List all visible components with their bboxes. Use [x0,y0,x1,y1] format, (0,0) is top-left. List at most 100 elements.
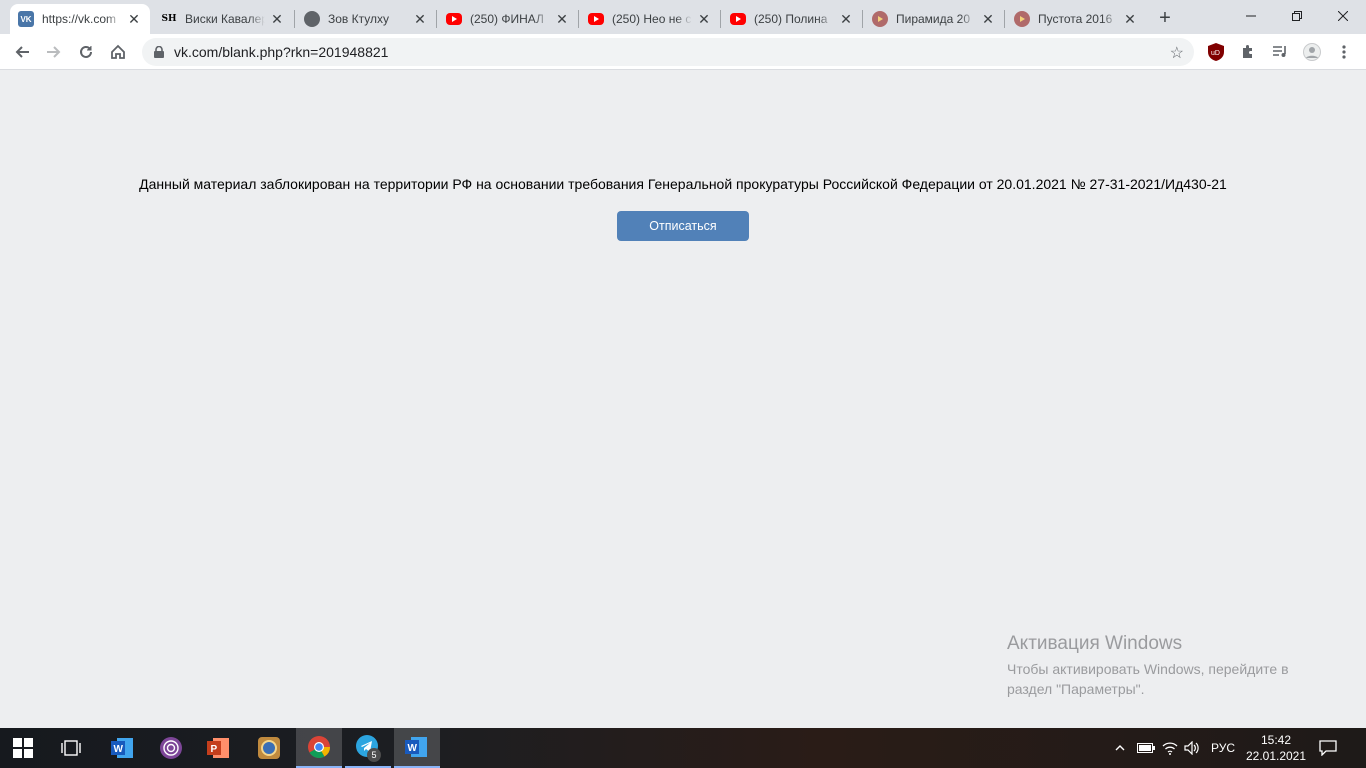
windows-logo-icon [13,738,33,758]
start-button[interactable] [0,728,46,768]
plus-icon: + [1159,6,1171,29]
activation-watermark: Активация Windows Чтобы активировать Win… [1007,633,1289,699]
reload-button[interactable] [72,38,100,66]
tab-strip: VK https://vk.com ✕ SH Виски Кавалер ✕ З… [0,0,1366,34]
svg-text:W: W [114,744,124,755]
extensions-puzzle-icon[interactable] [1238,42,1258,62]
blocked-message: Данный материал заблокирован на территор… [139,176,1227,192]
youtube-icon [446,13,462,25]
close-icon[interactable]: ✕ [838,11,854,27]
minimize-icon [1246,15,1256,17]
chevron-up-icon [1115,745,1125,751]
globe-icon [304,11,320,27]
tab-pyramid[interactable]: Пирамида 20 ✕ [864,4,1004,34]
restore-button[interactable] [1274,0,1320,32]
arrow-left-icon [15,46,29,58]
close-icon [1338,11,1348,21]
taskbar-tor[interactable] [148,728,194,768]
taskbar-powerpoint[interactable]: P [196,728,242,768]
taskbar-telegram[interactable]: 5 [345,728,391,768]
tab-title: https://vk.com [42,12,117,26]
tab-youtube-final[interactable]: (250) ФИНАЛ ✕ [438,4,578,34]
language-indicator[interactable]: РУС [1206,728,1240,768]
action-center-button[interactable] [1316,728,1340,768]
close-icon[interactable]: ✕ [696,11,712,27]
svg-text:uD: uD [1211,50,1220,57]
watermark-line: раздел "Параметры". [1007,681,1145,697]
tab-youtube-neo[interactable]: (250) Нео не с ✕ [580,4,720,34]
taskbar-word[interactable]: W [100,728,146,768]
svg-text:P: P [211,744,218,755]
forward-button[interactable] [40,38,68,66]
tab-vk[interactable]: VK https://vk.com ✕ [10,4,150,34]
notification-icon [1319,740,1337,756]
arrow-right-icon [47,46,61,58]
hearthstone-icon [258,737,280,759]
tab-separator [578,10,579,28]
clock[interactable]: 15:42 22.01.2021 [1244,732,1308,764]
wifi-icon [1162,742,1178,755]
tor-browser-icon [160,737,182,759]
lock-icon [154,46,164,58]
profile-avatar-icon[interactable] [1302,42,1322,62]
speaker-icon [1184,741,1199,755]
chrome-icon [308,736,330,758]
sh-icon: SH [161,14,177,24]
close-icon[interactable]: ✕ [980,11,996,27]
clock-date: 22.01.2021 [1245,749,1307,763]
close-icon[interactable]: ✕ [269,11,285,27]
word-icon: W [111,738,133,758]
home-icon [111,44,125,59]
task-view-button[interactable] [48,728,94,768]
close-icon[interactable]: ✕ [1122,11,1138,27]
close-icon[interactable]: ✕ [554,11,570,27]
svg-text:W: W [408,743,418,754]
youtube-icon [730,13,746,25]
close-window-button[interactable] [1320,0,1366,32]
task-view-icon [61,740,81,756]
home-button[interactable] [104,38,132,66]
tab-title: Виски Кавалер [185,12,265,26]
volume-button[interactable] [1182,728,1202,768]
notification-badge: 5 [367,748,381,762]
tab-title: Зов Ктулху [328,12,389,26]
tab-void[interactable]: Пустота 2016 ✕ [1006,4,1146,34]
watermark-title: Активация Windows [1007,633,1183,654]
battery-icon [1137,743,1155,753]
ublock-icon[interactable]: uD [1206,42,1226,62]
tab-title: (250) Нео не с [612,12,692,26]
tab-separator [720,10,721,28]
word-icon: W [405,737,427,757]
minimize-button[interactable] [1228,0,1274,32]
taskbar-word-open[interactable]: W [394,728,440,768]
tab-cthulhu[interactable]: Зов Ктулху ✕ [296,4,436,34]
back-button[interactable] [8,38,36,66]
tab-title: (250) Полина [754,12,828,26]
star-icon[interactable]: ☆ [1170,43,1184,63]
tab-whisky[interactable]: SH Виски Кавалер ✕ [153,4,293,34]
tray-overflow-button[interactable] [1112,728,1128,768]
tab-separator [862,10,863,28]
taskbar-hearthstone[interactable] [246,728,292,768]
watermark-line: Чтобы активировать Windows, перейдите в [1007,661,1289,677]
clock-time: 15:42 [1260,733,1292,747]
film-icon [1014,11,1030,27]
taskbar-chrome[interactable] [296,728,342,768]
windows-taskbar: W P 5 W РУС 15:42 22.01.2021 [0,728,1366,768]
menu-kebab-icon[interactable] [1334,42,1354,62]
media-queue-icon[interactable] [1270,42,1290,62]
address-bar[interactable]: vk.com/blank.php?rkn=201948821 ☆ [142,38,1194,66]
powerpoint-icon: P [207,738,229,758]
wifi-button[interactable] [1160,728,1180,768]
close-icon[interactable]: ✕ [412,11,428,27]
tab-separator [294,10,295,28]
reload-icon [80,45,92,58]
battery-button[interactable] [1136,728,1156,768]
tab-youtube-polina[interactable]: (250) Полина ✕ [722,4,862,34]
vk-icon: VK [18,11,34,27]
tab-separator [436,10,437,28]
unsubscribe-button[interactable]: Отписаться [617,211,749,241]
close-icon[interactable]: ✕ [126,11,142,27]
youtube-icon [588,13,604,25]
new-tab-button[interactable]: + [1152,6,1178,30]
